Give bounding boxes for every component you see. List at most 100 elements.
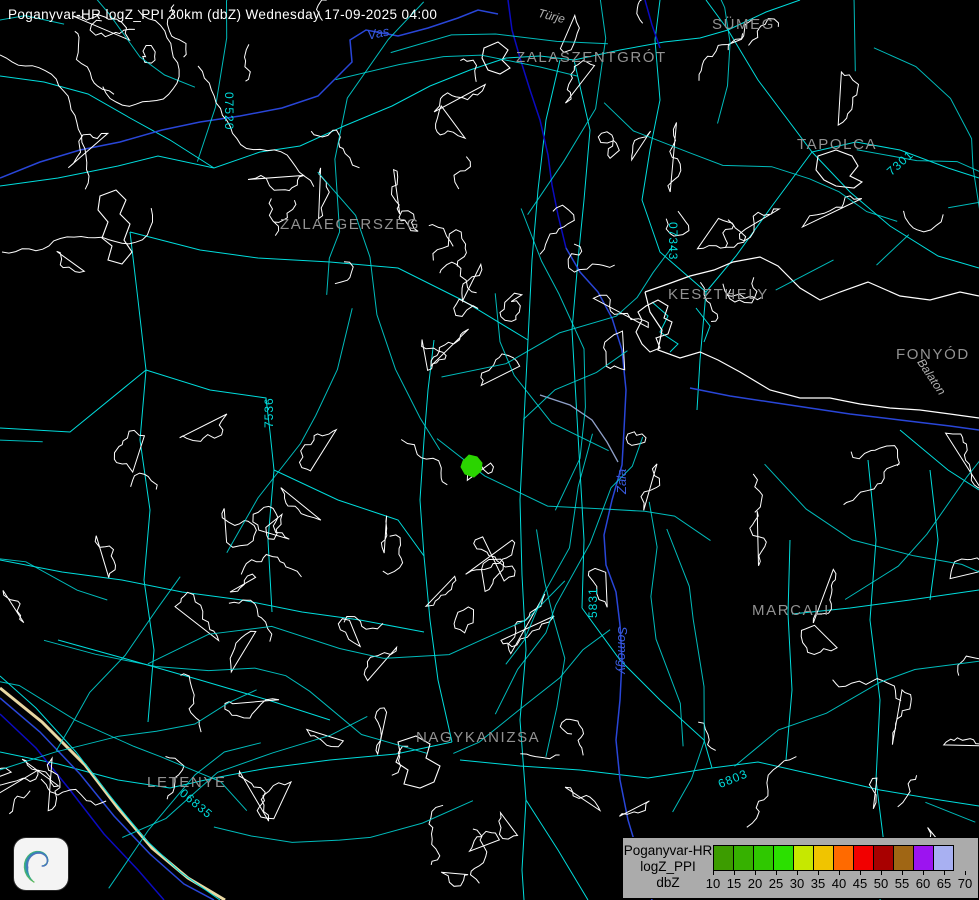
village-outline — [723, 220, 734, 248]
village-outline — [699, 33, 743, 80]
legend-tick-label: 15 — [727, 876, 741, 891]
road-line — [706, 152, 812, 292]
village-outline — [946, 433, 979, 489]
boundary-meander — [198, 66, 314, 187]
legend-swatch — [873, 845, 894, 871]
village-outline — [131, 473, 158, 489]
boundary-meander — [0, 55, 89, 189]
legend-tickmark — [755, 871, 756, 875]
village-outline — [898, 775, 917, 807]
village-outline — [803, 196, 862, 227]
city-label: ZALAEGERSZEG — [280, 216, 420, 233]
road-line — [582, 608, 712, 768]
minor-road-line — [845, 451, 979, 600]
legend-tickmark — [839, 871, 840, 875]
legend-swatch — [793, 845, 814, 871]
river-line — [508, 0, 566, 248]
village-outline — [520, 754, 559, 759]
legend-swatch — [773, 845, 794, 871]
legend-tickmark — [902, 871, 903, 875]
village-outline — [75, 31, 114, 94]
legend-tickmark — [713, 871, 714, 875]
legend-tick-label: 60 — [916, 876, 930, 891]
legend-tick-label: 55 — [895, 876, 909, 891]
village-outline — [869, 778, 877, 809]
legend-station-name: Poganyvar-HR — [623, 843, 713, 859]
city-label: NAGYKANIZSA — [416, 729, 540, 746]
village-outline — [641, 464, 660, 511]
village-outline — [750, 511, 767, 566]
village-outline — [753, 474, 762, 513]
minor-road-line — [667, 529, 705, 812]
city-label: FONYÓD — [896, 346, 970, 363]
village-outline — [230, 631, 256, 672]
legend-tick-label: 40 — [832, 876, 846, 891]
village-outline — [383, 535, 403, 574]
minor-road-line — [877, 235, 909, 266]
village-outline — [698, 722, 716, 750]
road-line — [868, 460, 886, 900]
legend-tick-label: 45 — [853, 876, 867, 891]
village-outline — [0, 768, 11, 783]
village-outline — [958, 656, 979, 676]
road-line — [697, 292, 706, 410]
legend-swatch — [913, 845, 934, 871]
legend-tickmark — [965, 871, 966, 875]
legend-tickmark — [944, 871, 945, 875]
legend-tick-label: 30 — [790, 876, 804, 891]
minor-road-line — [521, 209, 585, 511]
road-line — [520, 60, 560, 900]
minor-road-line — [849, 0, 855, 71]
river-line — [0, 10, 498, 178]
minor-road-line — [148, 581, 565, 664]
village-outline — [95, 536, 115, 578]
village-outline — [338, 619, 360, 647]
road-line — [652, 302, 678, 352]
legend-swatch — [853, 845, 874, 871]
town-outline — [98, 190, 132, 264]
road-number-label: 5831 — [586, 587, 600, 618]
road-line — [728, 30, 812, 152]
village-outline — [508, 594, 545, 654]
minor-road-line — [948, 197, 979, 286]
legend-swatch — [733, 845, 754, 871]
village-outline — [222, 508, 257, 547]
village-outline — [697, 218, 745, 248]
met-logo — [14, 838, 68, 890]
village-outline — [335, 262, 353, 284]
village-outline — [180, 414, 227, 441]
river-line — [566, 248, 652, 900]
road-line — [0, 56, 574, 186]
village-outline — [801, 625, 837, 654]
village-outline — [636, 0, 644, 23]
village-outline — [225, 699, 279, 718]
village-outline — [431, 329, 469, 366]
legend-swatch — [813, 845, 834, 871]
road-line — [0, 752, 170, 788]
boundary-meander — [2, 208, 153, 253]
legend-tickmark — [923, 871, 924, 875]
village-outline — [90, 20, 135, 36]
village-outline — [565, 60, 594, 103]
village-outline — [747, 757, 797, 828]
village-outline — [281, 488, 321, 520]
radar-product-title: Poganyvar-HR logZ_PPI 30km (dbZ) Wednesd… — [8, 7, 437, 22]
village-outline — [3, 590, 24, 622]
village-outline — [441, 872, 468, 886]
village-outline — [462, 264, 482, 301]
road-line — [58, 640, 330, 720]
minor-road-line — [197, 0, 346, 162]
legend-unit: dbZ — [623, 875, 713, 891]
minor-road-line — [437, 439, 711, 541]
legend-tick-label: 10 — [706, 876, 720, 891]
minor-road-line — [44, 640, 427, 753]
minor-road-line — [0, 16, 64, 201]
village-outline — [364, 647, 396, 680]
village-outline — [851, 446, 899, 466]
village-outline — [668, 123, 681, 192]
village-outline — [392, 170, 400, 214]
legend-color-scale — [713, 845, 954, 871]
village-outline — [375, 708, 387, 754]
village-outline — [944, 738, 979, 746]
road-number-label: 7536 — [262, 397, 276, 428]
